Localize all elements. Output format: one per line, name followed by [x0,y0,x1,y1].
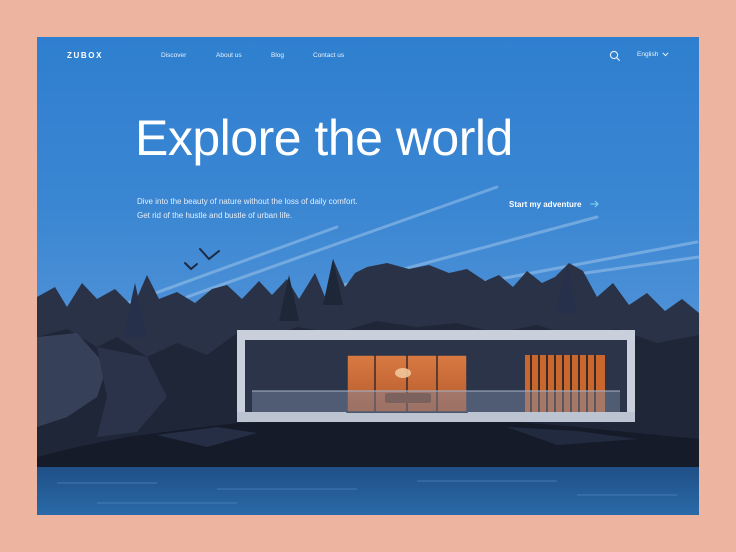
hero-description: Dive into the beauty of nature without t… [137,197,358,220]
nav-link-discover[interactable]: Discover [161,52,186,59]
modern-house [237,330,635,422]
search-icon[interactable] [609,49,621,62]
hero-frame: ZUBOX Discover About us Blog Contact us … [37,37,699,515]
birds [184,248,220,271]
top-nav: ZUBOX Discover About us Blog Contact us … [37,37,699,73]
language-label: English [637,51,659,58]
lake [37,467,699,515]
cta-label: Start my adventure [509,200,582,210]
arrow-right-icon [590,200,599,210]
nav-link-about-us[interactable]: About us [216,52,242,59]
brand-logo[interactable]: ZUBOX [67,51,103,60]
language-selector[interactable]: English [637,51,669,58]
hero-title: Explore the world [135,110,513,166]
nav-link-blog[interactable]: Blog [271,52,284,59]
nav-link-contact-us[interactable]: Contact us [313,52,344,59]
chevron-down-icon [662,52,669,57]
start-adventure-button[interactable]: Start my adventure [509,200,599,210]
